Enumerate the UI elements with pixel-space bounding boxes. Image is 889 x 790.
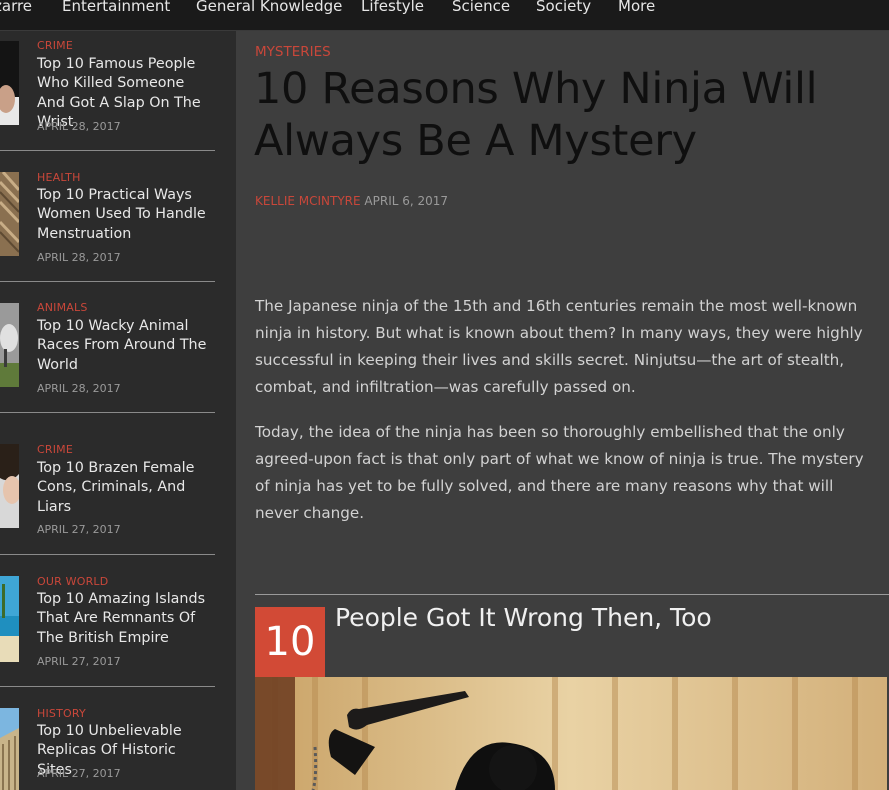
sidebar: CRIME Top 10 Famous People Who Killed So… (0, 31, 235, 790)
author-link[interactable]: KELLIE MCINTYRE (255, 194, 361, 208)
article-date: APRIL 28, 2017 (37, 251, 121, 264)
article-thumbnail[interactable] (0, 444, 19, 528)
divider (0, 554, 215, 555)
article-category[interactable]: CRIME (37, 443, 73, 456)
nav-item-society[interactable]: Society (536, 0, 591, 15)
article-title[interactable]: Top 10 Wacky Animal Races From Around Th… (37, 317, 215, 375)
article-category[interactable]: HEALTH (37, 171, 81, 184)
publish-date: APRIL 6, 2017 (364, 194, 449, 208)
nav-item-entertainment[interactable]: Entertainment (62, 0, 170, 15)
article-date: APRIL 28, 2017 (37, 382, 121, 395)
section-title: People Got It Wrong Then, Too (335, 603, 712, 632)
article-category[interactable]: CRIME (37, 39, 73, 52)
article-thumbnail[interactable] (0, 303, 19, 387)
article-category-label[interactable]: MYSTERIES (255, 44, 331, 60)
article-date: APRIL 28, 2017 (37, 120, 121, 133)
article-main: MYSTERIES 10 Reasons Why Ninja Will Alwa… (236, 31, 889, 790)
section-number-badge: 10 (255, 607, 325, 677)
article-thumbnail[interactable] (0, 708, 19, 790)
article-thumbnail[interactable] (0, 576, 19, 662)
divider (0, 281, 215, 282)
article-thumbnail[interactable] (0, 172, 19, 256)
section-image[interactable] (255, 677, 887, 790)
article-title[interactable]: Top 10 Amazing Islands That Are Remnants… (37, 590, 215, 648)
divider (0, 412, 215, 413)
article-title[interactable]: Top 10 Practical Ways Women Used To Hand… (37, 186, 215, 244)
divider (0, 150, 215, 151)
article-category[interactable]: OUR WORLD (37, 575, 108, 588)
nav-item-more[interactable]: More (618, 0, 655, 15)
intro-paragraph: Today, the idea of the ninja has been so… (255, 423, 864, 522)
nav-item-bizarre[interactable]: zarre (0, 0, 32, 15)
intro-paragraph: The Japanese ninja of the 15th and 16th … (255, 297, 863, 396)
article-headline: 10 Reasons Why Ninja Will Always Be A My… (254, 64, 818, 166)
article-date: APRIL 27, 2017 (37, 655, 121, 668)
nav-item-lifestyle[interactable]: Lifestyle (361, 0, 424, 15)
article-category[interactable]: ANIMALS (37, 301, 88, 314)
top-nav: zarre Entertainment General Knowledge Li… (0, 0, 889, 31)
nav-item-general-knowledge[interactable]: General Knowledge (196, 0, 342, 15)
nav-item-science[interactable]: Science (452, 0, 510, 15)
divider (0, 686, 215, 687)
section-divider (255, 594, 889, 595)
article-category[interactable]: HISTORY (37, 707, 86, 720)
article-date: APRIL 27, 2017 (37, 523, 121, 536)
article-date: APRIL 27, 2017 (37, 767, 121, 780)
article-title[interactable]: Top 10 Brazen Female Cons, Criminals, An… (37, 459, 215, 517)
byline: KELLIE MCINTYRE APRIL 6, 2017 (255, 194, 448, 208)
article-thumbnail[interactable] (0, 41, 19, 125)
